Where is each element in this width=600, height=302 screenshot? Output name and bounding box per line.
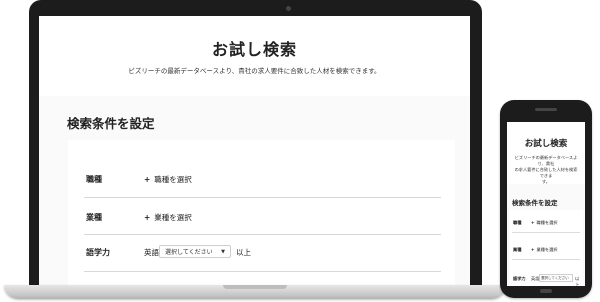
mobile-job-type-label: 職種 xyxy=(513,220,522,225)
phone-home-indicator xyxy=(540,289,552,293)
mobile-page-title: お試し検索 xyxy=(524,139,568,149)
plus-icon: + xyxy=(144,213,151,222)
mobile-language-level-select[interactable]: 選択してください xyxy=(539,274,573,282)
criteria-section-title: 検索条件を設定 xyxy=(67,116,155,131)
mobile-page-subtitle: ビズリーチの最新データベースより、貴社 の求人要件に合致した人材を検索できま す… xyxy=(513,155,579,185)
language-label: 語学力 xyxy=(86,248,110,257)
mobile-subtitle-line: す。 xyxy=(542,179,550,184)
select-industry-button[interactable]: + 業種を選択 xyxy=(144,212,192,223)
job-type-label: 職種 xyxy=(86,175,102,184)
row-divider xyxy=(84,271,441,272)
laptop-screen: お試し検索 ビズリーチの最新データベースより、貴社の求人要件に合致した人材を検索… xyxy=(39,16,470,287)
mobile-select-industry-label: 業種を選択 xyxy=(536,247,558,252)
mobile-language-label: 語学力 xyxy=(513,276,526,281)
laptop-notch xyxy=(223,285,287,289)
row-divider xyxy=(84,197,441,198)
plus-icon: + xyxy=(531,247,535,252)
mobile-level-suffix: 以上 xyxy=(575,276,580,286)
language-name: 英語 xyxy=(144,248,159,257)
hero-section: お試し検索 ビズリーチの最新データベースより、貴社の求人要件に合致した人材を検索… xyxy=(39,16,470,96)
mobile-subtitle-line: の求人要件に合致した人材を検索できま xyxy=(514,167,578,178)
mobile-criteria-form: 職種 + 職種を選択 業種 + 業種を選択 語学力 英語 選択してください 以上 xyxy=(509,210,583,286)
language-level-select[interactable]: 選択してください ▼ xyxy=(159,245,231,258)
mobile-subtitle-line: ビズリーチの最新データベースより、貴社 xyxy=(514,155,578,166)
page-subtitle: ビズリーチの最新データベースより、貴社の求人要件に合致した人材を検索できます。 xyxy=(128,67,381,75)
phone-speaker xyxy=(535,108,557,111)
mobile-select-industry-button[interactable]: + 業種を選択 xyxy=(531,247,557,253)
row-divider xyxy=(84,234,441,235)
phone-screen: お試し検索 ビズリーチの最新データベースより、貴社 の求人要件に合致した人材を検… xyxy=(507,122,585,286)
mobile-select-job-type-button[interactable]: + 職種を選択 xyxy=(531,220,557,226)
mobile-criteria-title: 検索条件を設定 xyxy=(512,199,558,207)
laptop-camera xyxy=(286,6,291,11)
mobile-industry-label: 業種 xyxy=(513,247,522,252)
row-divider xyxy=(512,259,580,260)
mobile-hero-section: お試し検索 ビズリーチの最新データベースより、貴社 の求人要件に合致した人材を検… xyxy=(507,122,585,184)
mobile-select-job-type-label: 職種を選択 xyxy=(536,220,558,225)
industry-label: 業種 xyxy=(86,213,102,222)
select-job-type-button[interactable]: + 職種を選択 xyxy=(144,174,192,185)
criteria-form: 職種 + 職種を選択 業種 + 業種を選択 語学力 英語 選択してください ▼ 以上 xyxy=(68,140,455,287)
page-title: お試し検索 xyxy=(211,40,297,59)
mobile-language-level-value: 選択してください xyxy=(541,276,569,280)
phone-device: お試し検索 ビズリーチの最新データベースより、貴社 の求人要件に合致した人材を検… xyxy=(500,100,592,298)
language-level-value: 選択してください xyxy=(165,249,213,256)
plus-icon: + xyxy=(144,175,151,184)
chevron-down-icon: ▼ xyxy=(221,249,225,255)
plus-icon: + xyxy=(531,220,535,225)
level-suffix: 以上 xyxy=(236,248,251,257)
select-industry-label: 業種を選択 xyxy=(154,213,192,222)
select-job-type-label: 職種を選択 xyxy=(154,175,192,184)
row-divider xyxy=(512,232,580,233)
